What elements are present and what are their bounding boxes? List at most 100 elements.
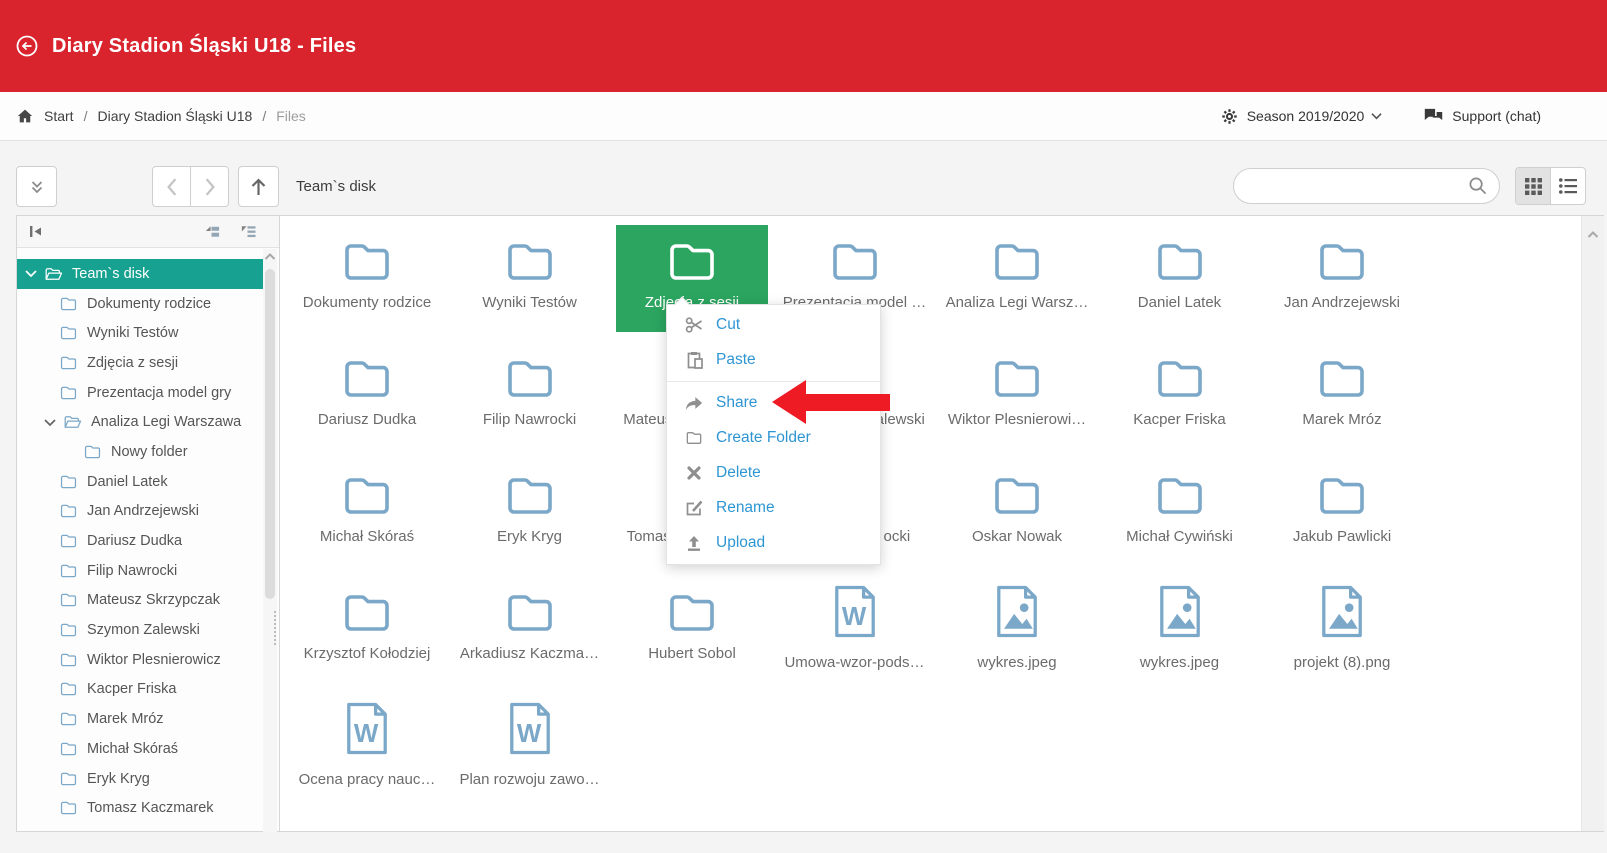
folder-icon [340,590,394,636]
list-view-button[interactable] [1550,168,1585,204]
folder-icon [1315,356,1369,402]
delete-icon [685,464,703,482]
page-title: Diary Stadion Śląski U18 - Files [52,35,356,58]
sidebar-item-mateusz-skrzypczak[interactable]: Mateusz Skrzypczak [17,586,269,616]
search-input[interactable] [1233,168,1500,204]
top-actions: Season 2019/2020 Support (chat) [1221,92,1541,140]
word-file-icon: W [344,700,390,757]
file-tile-plan-rozwoju-zawo[interactable]: WPlan rozwoju zawo… [454,693,606,800]
sidebar-item-label: Michał Skóraś [87,741,178,757]
back-icon[interactable] [15,34,39,58]
collapse-all-icon[interactable] [203,223,220,240]
sidebar-item-label: Dariusz Dudka [87,533,182,549]
context-menu-item-label: Upload [716,534,765,552]
folder-tile-daniel-latek[interactable]: Daniel Latek [1104,225,1256,332]
paste-icon [685,351,703,369]
sidebar-item-wyniki-testow[interactable]: Wyniki Testów [17,318,269,348]
folder-open-icon [63,414,82,430]
sidebar-item-kacper-friska[interactable]: Kacper Friska [17,675,269,705]
sidebar-item-dariusz-dudka[interactable]: Dariusz Dudka [17,526,269,556]
folder-tile-jakub-pawlicki[interactable]: Jakub Pawlicki [1266,459,1418,566]
context-menu-item-share[interactable]: Share [667,385,880,420]
image-file-icon [1319,583,1365,640]
sidebar-item-tomasz-kaczmarek[interactable]: Tomasz Kaczmarek [17,793,269,823]
folder-icon [990,356,1044,402]
sidebar-item-label: Zdjęcia z sesji [87,355,178,371]
folder-tile-filip-nawrocki[interactable]: Filip Nawrocki [454,342,606,449]
search-icon[interactable] [1468,176,1487,195]
sidebar-splitter-handle[interactable] [274,611,281,645]
folder-tile-jan-andrzejewski[interactable]: Jan Andrzejewski [1266,225,1418,332]
context-menu-item-cut[interactable]: Cut [667,307,880,342]
tile-label: Marek Mróz [1221,411,1463,428]
folder-tile-arkadiusz-kaczma[interactable]: Arkadiusz Kaczma… [454,576,606,683]
sidebar-item-prezentacja-model-gry[interactable]: Prezentacja model gry [17,378,269,408]
sidebar-item-jan-andrzejewski[interactable]: Jan Andrzejewski [17,497,269,527]
collapse-panel-icon[interactable] [27,223,44,240]
sidebar-item-eryk-kryg[interactable]: Eryk Kryg [17,764,269,794]
folder-tile-oskar-nowak[interactable]: Oskar Nowak [941,459,1093,566]
context-menu-item-label: Share [716,394,757,412]
sidebar-item-team-s-disk[interactable]: Team`s disk [17,259,269,289]
sidebar-item-analiza-legi-warszawa[interactable]: Analiza Legi Warszawa [17,407,269,437]
folder-tile-kacper-friska[interactable]: Kacper Friska [1104,342,1256,449]
home-icon[interactable] [16,107,34,125]
grid-view-button[interactable] [1516,168,1550,204]
folder-tile-analiza-legi-warsz[interactable]: Analiza Legi Warsz… [941,225,1093,332]
file-tile-projekt-8-png[interactable]: projekt (8).png [1266,576,1418,683]
folder-tile-krzysztof-kolodziej[interactable]: Krzysztof Kołodziej [291,576,443,683]
folder-icon [685,429,703,447]
sidebar-item-label: Team`s disk [72,266,149,282]
nav-back-button[interactable] [152,166,191,207]
sidebar-tree: Team`s disk Dokumenty rodzice Wyniki Testó… [17,248,269,823]
folder-tile-wiktor-plesnierowi[interactable]: Wiktor Plesnierowi… [941,342,1093,449]
current-path-label: Team`s disk [296,178,376,195]
folder-icon [59,681,78,697]
folder-tile-eryk-kryg[interactable]: Eryk Kryg [454,459,606,566]
context-menu-item-delete[interactable]: Delete [667,455,880,490]
breadcrumb-item-start[interactable]: Start [44,108,74,124]
breadcrumb-item-diary-stadion-slaski-u18[interactable]: Diary Stadion Śląski U18 [97,108,252,124]
folder-tile-dariusz-dudka[interactable]: Dariusz Dudka [291,342,443,449]
season-selector[interactable]: Season 2019/2020 [1247,108,1365,124]
sidebar-item-nowy-folder[interactable]: Nowy folder [17,437,269,467]
folder-tile-wyniki-testow[interactable]: Wyniki Testów [454,225,606,332]
chevron-down-icon [1371,112,1382,120]
context-menu-item-paste[interactable]: Paste [667,342,880,377]
svg-text:W: W [354,720,379,748]
sidebar-item-szymon-zalewski[interactable]: Szymon Zalewski [17,615,269,645]
sidebar-item-dokumenty-rodzice[interactable]: Dokumenty rodzice [17,289,269,319]
context-menu-item-upload[interactable]: Upload [667,525,880,560]
sidebar-item-label: Wyniki Testów [87,325,178,341]
chevron-down-icon[interactable] [25,269,37,278]
context-menu-item-rename[interactable]: Rename [667,490,880,525]
folder-tile-michal-skoras[interactable]: Michał Skóraś [291,459,443,566]
context-menu-item-create-folder[interactable]: Create Folder [667,420,880,455]
context-menu-item-label: Create Folder [716,429,811,447]
folder-icon [1315,473,1369,519]
expand-toolbar-button[interactable] [16,166,57,207]
folder-icon [59,652,78,668]
chevron-down-icon[interactable] [44,418,56,427]
folder-icon [665,590,719,636]
sidebar-item-wiktor-plesnierowicz[interactable]: Wiktor Plesnierowicz [17,645,269,675]
sidebar-item-michal-skoras[interactable]: Michał Skóraś [17,734,269,764]
main-scrollbar[interactable] [1581,216,1604,831]
sidebar-item-daniel-latek[interactable]: Daniel Latek [17,467,269,497]
grid-view-icon [1525,178,1542,195]
folder-tile-michal-cywinski[interactable]: Michał Cywiński [1104,459,1256,566]
chevron-right-icon [203,178,217,196]
sidebar-item-filip-nawrocki[interactable]: Filip Nawrocki [17,556,269,586]
image-file-icon [994,583,1040,640]
context-menu-item-label: Cut [716,316,740,334]
sidebar-item-zdjecia-z-sesji[interactable]: Zdjęcia z sesji [17,348,269,378]
up-folder-button[interactable] [238,166,279,207]
folder-tile-dokumenty-rodzice[interactable]: Dokumenty rodzice [291,225,443,332]
folder-tile-marek-mroz[interactable]: Marek Mróz [1266,342,1418,449]
expand-all-icon[interactable] [239,223,256,240]
nav-forward-button[interactable] [190,166,229,207]
support-chat-link[interactable]: Support (chat) [1452,108,1541,124]
folder-open-icon [44,266,63,282]
sidebar-scrollbar-thumb[interactable] [265,269,275,599]
sidebar-item-marek-mroz[interactable]: Marek Mróz [17,704,269,734]
